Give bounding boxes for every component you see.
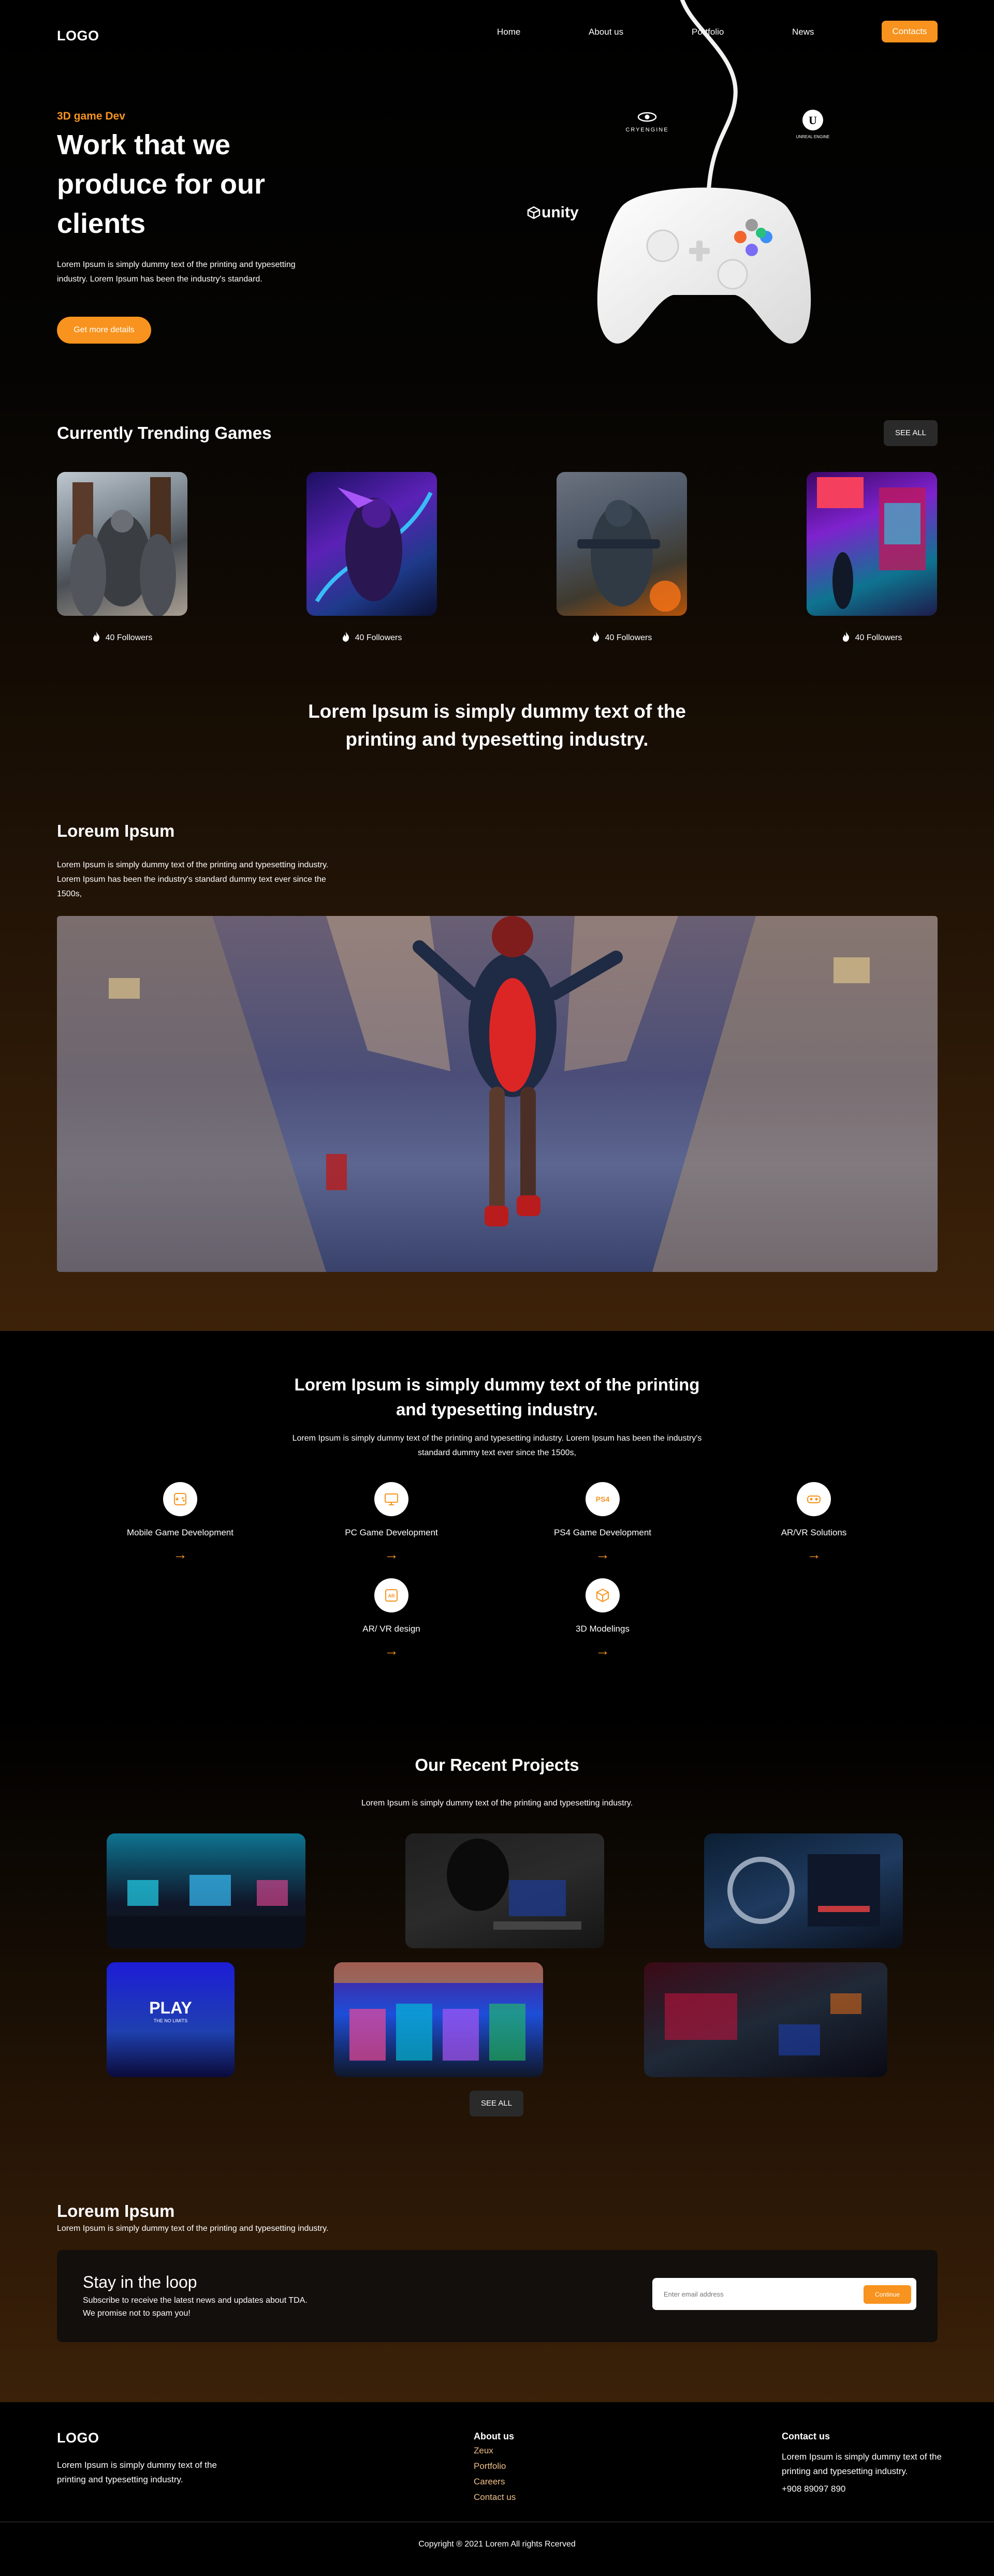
newsletter-subheading: Lorem Ipsum is simply dummy text of the … [57,2224,329,2233]
unity-cube-icon [527,206,540,219]
vr-headset-icon [797,1482,831,1516]
footer-link-contact[interactable]: Contact us [474,2492,516,2503]
footer-link-portfolio[interactable]: Portfolio [474,2461,506,2471]
cryengine-eye-icon [637,112,657,122]
project-card-arcade[interactable] [334,1962,543,2077]
footer-logo[interactable]: LOGO [57,2430,99,2446]
game-art-knights [70,477,176,616]
service-mobile-game[interactable]: Mobile Game Development → [95,1482,266,1562]
play-subtitle: THE NO LIMITS [153,2018,188,2023]
continue-button[interactable]: Continue [864,2285,911,2304]
game-art-warrior [315,487,433,603]
email-input[interactable] [663,2286,849,2302]
get-details-button[interactable]: Get more details [57,317,151,344]
footer-tagline: Lorem Ipsum is simply dummy text of the … [57,2460,217,2484]
game-2-followers: 40 Followers [306,631,437,643]
project-card-2[interactable] [405,1833,604,1948]
arrow-right-icon[interactable]: → [728,1547,899,1562]
arrow-right-icon[interactable]: → [95,1547,266,1562]
service-ar-vr-solutions[interactable]: AR/VR Solutions → [728,1482,899,1562]
headline-industry: Lorem Ipsum is simply dummy text of the … [308,701,686,750]
email-form: Continue [652,2278,916,2310]
project-card-1[interactable] [107,1833,305,1948]
flame-icon [842,631,849,642]
game-card-2[interactable] [306,472,437,616]
hero-title: Work that we produce for our clients [57,129,265,239]
projects-text: Lorem Ipsum is simply dummy text of the … [361,1799,633,1808]
svg-text:AR: AR [388,1593,395,1598]
trending-see-all-button[interactable]: SEE ALL [884,420,938,446]
svg-text:PS4: PS4 [596,1495,610,1503]
projects-see-all-button[interactable]: SEE ALL [470,2091,523,2116]
project-art-gamer-desk [447,1839,581,1930]
arrow-right-icon[interactable]: → [517,1644,688,1658]
hero-eyebrow: 3D game Dev [57,110,125,122]
project-card-play[interactable]: PLAY THE NO LIMITS [107,1962,235,2077]
unreal-icon: U [802,110,823,130]
cryengine-logo: CRYENGINE [616,111,678,133]
copyright: Copyright ® 2021 Lorem All rights Rcerve… [418,2540,576,2549]
service-ar-vr-design[interactable]: AR AR/ VR design → [306,1578,477,1658]
game-card-4[interactable] [807,472,937,616]
footer-phone[interactable]: +908 89097 890 [782,2484,845,2494]
footer-link-zeux[interactable]: Zeux [474,2446,493,2456]
unity-logo: unity [527,204,579,221]
feature-title: Loreum Ipsum [57,821,175,840]
game-art-soldier [577,500,681,612]
project-art-arcade-hall [334,1962,543,2061]
newsletter-line2: We promise not to spam you! [83,2309,191,2318]
feature-image [57,916,938,1272]
contacts-button[interactable]: Contacts [882,21,938,42]
arrow-right-icon[interactable]: → [517,1547,688,1562]
project-art-arcade-room [107,1875,305,1948]
projects-title: Our Recent Projects [415,1755,579,1774]
game-4-followers: 40 Followers [807,631,937,643]
service-pc-game[interactable]: PC Game Development → [306,1482,477,1562]
arrow-right-icon[interactable]: → [306,1547,477,1562]
game-1-followers: 40 Followers [57,631,187,643]
project-art-red-room [665,1993,861,2055]
services-title: Lorem Ipsum is simply dummy text of the … [294,1375,700,1419]
flame-icon [93,631,99,642]
game-card-1[interactable] [57,472,187,616]
3d-model-icon [586,1578,620,1612]
project-art-pc-build [727,1854,880,1927]
game-3-followers: 40 Followers [557,631,687,643]
services-text: Lorem Ipsum is simply dummy text of the … [292,1434,702,1457]
game-controller-image [597,187,811,344]
feature-art-city-fall [57,916,938,1272]
ar-design-icon: AR [374,1578,408,1612]
flame-icon [342,631,349,642]
project-card-red-room[interactable] [644,1962,887,2077]
play-title: PLAY [149,1998,192,2017]
arrow-right-icon[interactable]: → [306,1644,477,1658]
ps4-icon: PS4 [586,1482,620,1516]
footer-contact-text: Lorem Ipsum is simply dummy text of the … [782,2452,942,2476]
footer-about-title: About us [474,2431,514,2441]
service-ps4-game[interactable]: PS4 PS4 Game Development → [517,1482,688,1562]
pc-icon [374,1482,408,1516]
newsletter-line1: Subscribe to receive the latest news and… [83,2296,308,2305]
newsletter-heading: Loreum Ipsum [57,2201,175,2220]
nav-home[interactable]: Home [497,27,520,37]
trending-title: Currently Trending Games [57,423,272,442]
logo[interactable]: LOGO [57,28,99,44]
newsletter-title: Stay in the loop [83,2273,197,2291]
svg-text:U: U [809,114,817,127]
game-art-cyberpunk [817,477,926,609]
footer-contact-title: Contact us [782,2431,830,2441]
flame-icon [592,631,599,642]
unreal-logo: U UNREAL ENGINE [792,109,834,139]
footer-link-careers[interactable]: Careers [474,2477,505,2487]
service-3d-modeling[interactable]: 3D Modelings → [517,1578,688,1658]
mobile-icon [163,1482,197,1516]
nav-news[interactable]: News [792,27,814,37]
project-card-3[interactable] [704,1833,903,1948]
hero-text: Lorem Ipsum is simply dummy text of the … [57,260,296,284]
nav-about[interactable]: About us [589,27,623,37]
game-card-3[interactable] [557,472,687,616]
feature-text: Lorem Ipsum is simply dummy text of the … [57,861,329,898]
